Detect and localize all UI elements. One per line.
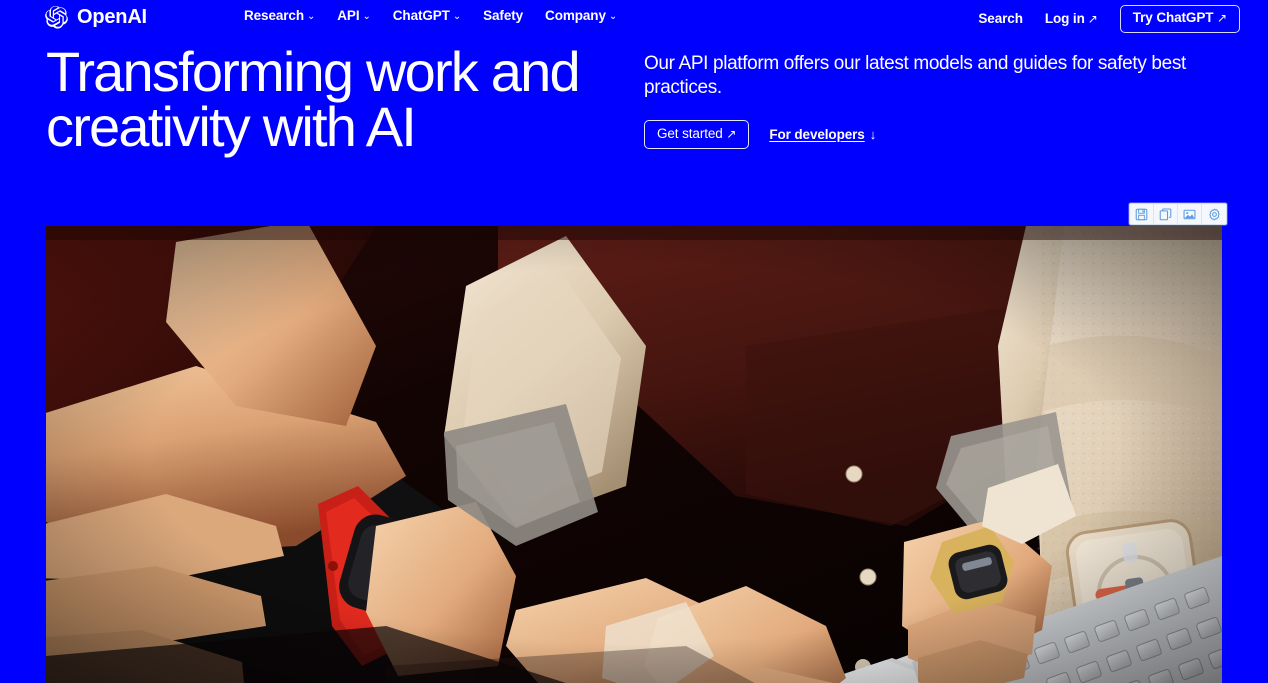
primary-nav-links: Research ⌄ API ⌄ ChatGPT ⌄ Safety Compan… (244, 8, 617, 23)
page-title-line-1: Transforming work and (46, 40, 581, 103)
brand-logo[interactable]: OpenAI (45, 4, 147, 30)
nav-item-research-label: Research (244, 8, 304, 23)
openai-logo-icon (45, 5, 69, 29)
for-developers-link[interactable]: For developers ↓ (769, 127, 876, 142)
arrow-up-right-icon: ↗ (1087, 11, 1098, 26)
get-started-label: Get started (657, 126, 723, 141)
login-link[interactable]: Log in ↗ (1045, 11, 1098, 26)
search-label: Search (978, 11, 1023, 27)
nav-item-api[interactable]: API ⌄ (337, 8, 371, 23)
nav-item-api-label: API (337, 8, 360, 23)
secondary-nav-links: Search Log in ↗ Try ChatGPT ↗ (978, 5, 1240, 33)
nav-item-safety-label: Safety (483, 8, 524, 23)
chevron-down-icon: ⌄ (608, 10, 618, 22)
hero-subtitle: Our API platform offers our latest model… (644, 53, 1186, 98)
nav-item-research[interactable]: Research ⌄ (244, 8, 315, 23)
brand-name: OpenAI (77, 6, 147, 28)
get-started-button[interactable]: Get started ↗ (644, 120, 750, 149)
page-title: Transforming work and creativity with AI (46, 44, 626, 155)
nav-item-company-label: Company (545, 8, 606, 23)
hero-description-block: Our API platform offers our latest model… (644, 52, 1222, 149)
search-button[interactable]: Search (978, 11, 1023, 27)
copy-icon[interactable] (1154, 204, 1178, 224)
for-developers-label: For developers (769, 126, 865, 142)
settings-gear-icon[interactable] (1202, 204, 1226, 224)
try-chatgpt-label: Try ChatGPT (1132, 10, 1214, 25)
hero-action-row: Get started ↗ For developers ↓ (644, 120, 1222, 149)
hero-image (46, 226, 1222, 683)
page-title-line-2: creativity with AI (46, 95, 417, 158)
chevron-down-icon: ⌄ (362, 10, 371, 22)
nav-item-company[interactable]: Company ⌄ (545, 8, 617, 23)
chevron-down-icon: ⌄ (307, 10, 316, 22)
arrow-down-icon: ↓ (869, 126, 877, 142)
save-icon[interactable] (1130, 204, 1154, 224)
chevron-down-icon: ⌄ (452, 10, 462, 22)
nav-item-chatgpt-label: ChatGPT (392, 8, 450, 23)
arrow-up-right-icon: ↗ (1217, 11, 1227, 25)
arrow-up-right-icon: ↗ (726, 127, 737, 141)
hero-image-artwork (46, 226, 1222, 683)
image-icon[interactable] (1178, 204, 1202, 224)
top-navigation-bar: OpenAI Research ⌄ API ⌄ ChatGPT ⌄ Safety… (0, 0, 1268, 34)
try-chatgpt-button[interactable]: Try ChatGPT ↗ (1119, 5, 1240, 33)
login-label: Log in (1044, 11, 1085, 27)
nav-item-safety[interactable]: Safety (483, 8, 523, 23)
nav-item-chatgpt[interactable]: ChatGPT ⌄ (393, 8, 461, 23)
openai-landing-page: OpenAI Research ⌄ API ⌄ ChatGPT ⌄ Safety… (0, 0, 1268, 683)
image-action-toolbar (1129, 203, 1227, 225)
